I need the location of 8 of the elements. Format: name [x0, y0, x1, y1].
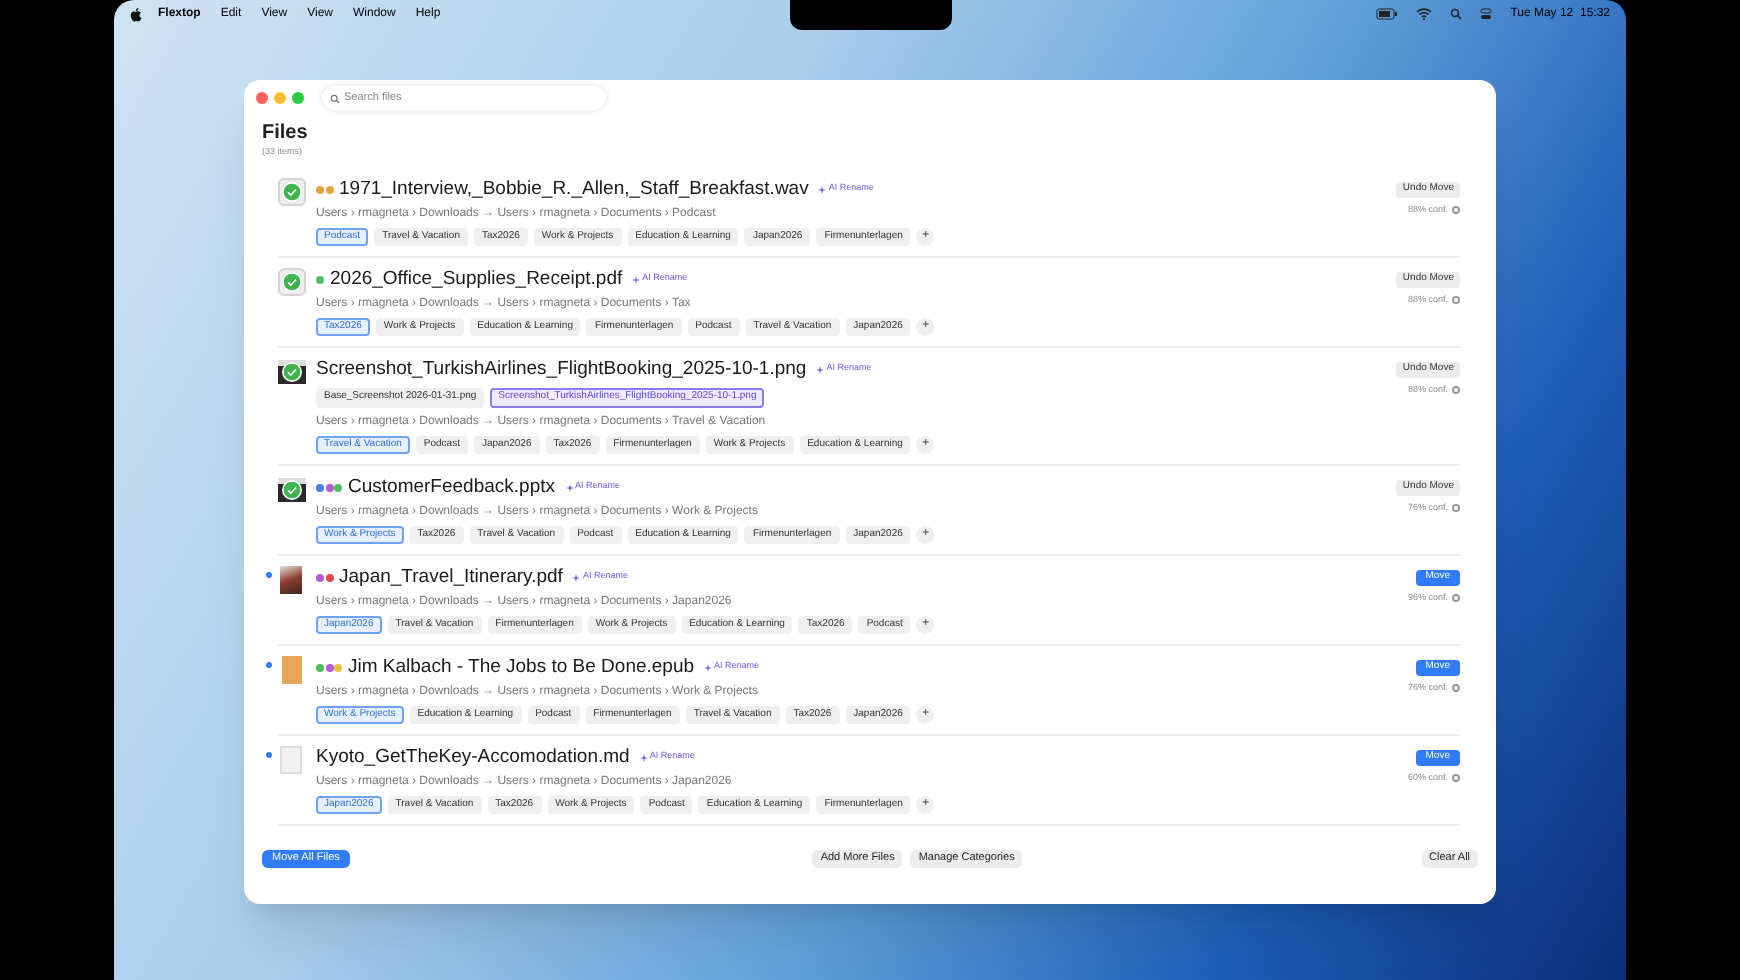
file-name: Japan_Travel_Itinerary.pdf [339, 563, 563, 592]
file-name: Jim Kalbach - The Jobs to Be Done.epub [348, 653, 695, 682]
file-name: Kyoto_GetTheKey-Accomodation.md [316, 743, 630, 772]
file-name: 2026_Office_Supplies_Receipt.pdf [330, 265, 623, 294]
file-name: CustomerFeedback.pptx [348, 473, 555, 502]
page-title: Files [262, 122, 310, 146]
file-name: Screenshot_TurkishAirlines_FlightBooking_2025-10-1.png [316, 355, 807, 384]
file-name: 1971_Interview,_Bobbie_R._Allen,_Staff_Breakfast.wav [339, 175, 809, 204]
